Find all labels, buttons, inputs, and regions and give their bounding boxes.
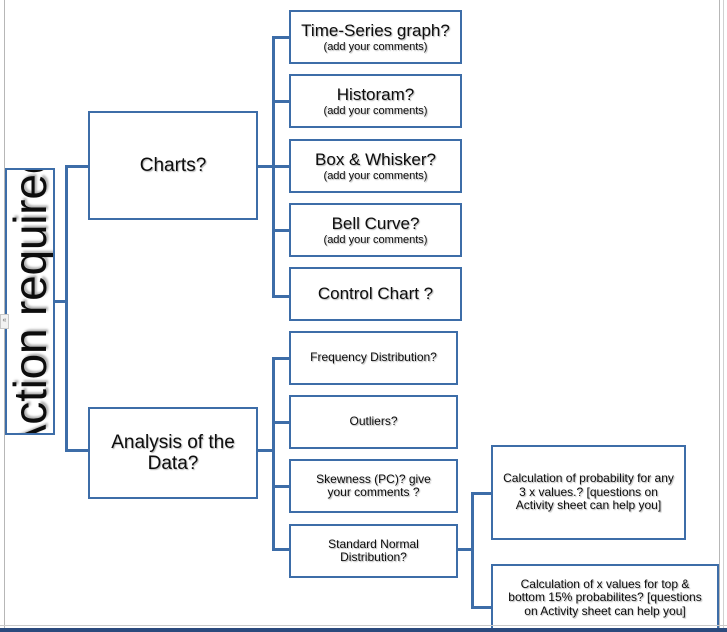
node-calculation-probability-3x-values[interactable]: Calculation of probability for any 3 x v… bbox=[491, 445, 686, 540]
connector-analysis-trunk bbox=[272, 357, 275, 550]
node-action-required[interactable]: Action required bbox=[5, 168, 55, 435]
node-time-series-graph-title: Time-Series graph? bbox=[301, 20, 450, 40]
page-bottom-hairline bbox=[0, 625, 727, 626]
node-bell-curve-title: Bell Curve? bbox=[331, 213, 420, 233]
connector-snd-leaf-1 bbox=[471, 492, 493, 495]
node-charts[interactable]: Charts? bbox=[88, 111, 258, 220]
page-right-rule bbox=[719, 0, 720, 632]
node-standard-normal-distribution-title: Standard Normal Distribution? bbox=[328, 536, 419, 564]
node-control-chart-title: Control Chart ? bbox=[317, 284, 434, 304]
node-bell-curve-sub: (add your comments) bbox=[323, 233, 428, 246]
page-right-scroll-rule bbox=[723, 0, 724, 632]
node-control-chart[interactable]: Control Chart ? bbox=[289, 267, 462, 321]
node-box-and-whisker-sub: (add your comments) bbox=[323, 169, 428, 182]
connector-root-to-charts bbox=[65, 165, 90, 168]
node-calculation-x-values-top-bottom-15[interactable]: Calculation of x values for top & bottom… bbox=[491, 564, 719, 632]
node-action-required-label: Action required bbox=[5, 168, 55, 435]
node-skewness[interactable]: Skewness (PC)? give your comments ? bbox=[289, 459, 458, 513]
node-frequency-distribution[interactable]: Frequency Distribution? bbox=[289, 331, 458, 385]
node-historam-title: Historam? bbox=[336, 84, 415, 104]
node-box-and-whisker[interactable]: Box & Whisker? (add your comments) bbox=[289, 139, 462, 193]
connector-root-to-analysis bbox=[65, 449, 90, 452]
node-outliers-title: Outliers? bbox=[349, 414, 398, 429]
node-frequency-distribution-title: Frequency Distribution? bbox=[310, 350, 437, 365]
node-historam-sub: (add your comments) bbox=[323, 104, 428, 117]
node-standard-normal-distribution[interactable]: Standard Normal Distribution? bbox=[289, 524, 458, 578]
node-bell-curve[interactable]: Bell Curve? (add your comments) bbox=[289, 203, 462, 257]
node-calculation-probability-3x-values-title: Calculation of probability for any 3 x v… bbox=[503, 471, 674, 513]
node-analysis-of-the-data[interactable]: Analysis of the Data? bbox=[88, 407, 258, 499]
diagram-canvas: Action required « Charts? Analysis of th… bbox=[0, 0, 727, 632]
node-charts-label: Charts? bbox=[139, 154, 207, 176]
connector-snd-trunk bbox=[471, 492, 474, 609]
node-outliers[interactable]: Outliers? bbox=[289, 395, 458, 449]
page-left-handle[interactable]: « bbox=[0, 314, 9, 329]
node-calculation-x-values-top-bottom-15-title: Calculation of x values for top & bottom… bbox=[508, 576, 702, 618]
node-historam[interactable]: Historam? (add your comments) bbox=[289, 74, 462, 128]
connector-snd-leaf-2 bbox=[471, 606, 493, 609]
node-analysis-of-the-data-label: Analysis of the Data? bbox=[111, 431, 235, 474]
node-skewness-title: Skewness (PC)? give your comments ? bbox=[316, 471, 431, 499]
node-box-and-whisker-title: Box & Whisker? bbox=[315, 149, 436, 169]
node-time-series-graph-sub: (add your comments) bbox=[323, 40, 428, 53]
page-bottom-bar bbox=[0, 628, 727, 632]
node-time-series-graph[interactable]: Time-Series graph? (add your comments) bbox=[289, 10, 462, 64]
connector-root-trunk bbox=[65, 165, 68, 452]
